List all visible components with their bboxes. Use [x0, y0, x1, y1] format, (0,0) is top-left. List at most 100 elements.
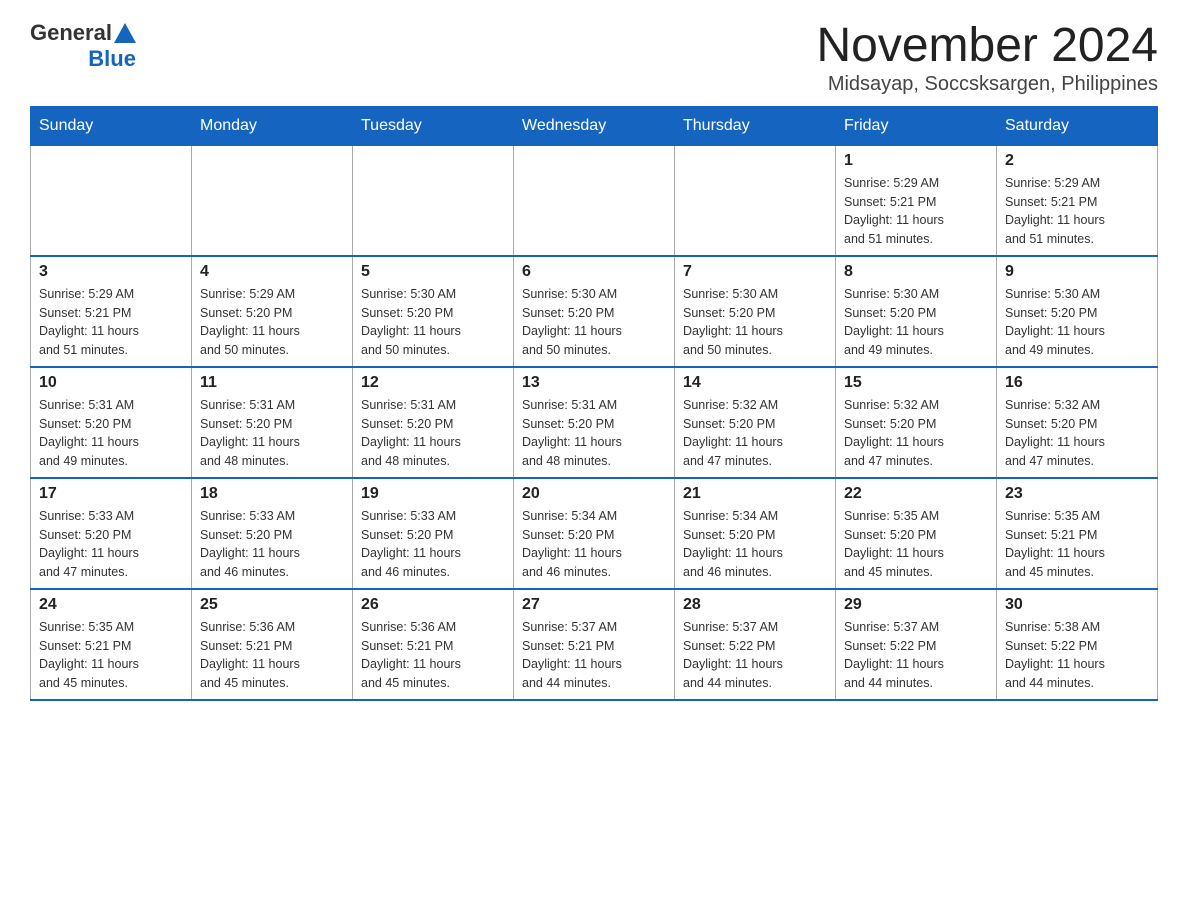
- day-info: Sunrise: 5:32 AM Sunset: 5:20 PM Dayligh…: [844, 396, 988, 471]
- day-info: Sunrise: 5:30 AM Sunset: 5:20 PM Dayligh…: [683, 285, 827, 360]
- calendar-cell: 22 Sunrise: 5:35 AM Sunset: 5:20 PM Dayli…: [836, 478, 997, 589]
- calendar-cell: 19 Sunrise: 5:33 AM Sunset: 5:20 PM Dayli…: [353, 478, 514, 589]
- day-info: Sunrise: 5:35 AM Sunset: 5:21 PM Dayligh…: [1005, 507, 1149, 582]
- calendar-cell: 24 Sunrise: 5:35 AM Sunset: 5:21 PM Dayli…: [31, 589, 192, 700]
- calendar-cell: 23 Sunrise: 5:35 AM Sunset: 5:21 PM Dayli…: [997, 478, 1158, 589]
- calendar-cell: 12 Sunrise: 5:31 AM Sunset: 5:20 PM Dayli…: [353, 367, 514, 478]
- page-header: General Blue November 2024 Midsayap, Soc…: [30, 20, 1158, 96]
- calendar-cell: [514, 145, 675, 256]
- calendar-cell: 1 Sunrise: 5:29 AM Sunset: 5:21 PM Daylig…: [836, 145, 997, 256]
- calendar-cell: 18 Sunrise: 5:33 AM Sunset: 5:20 PM Dayli…: [192, 478, 353, 589]
- calendar-cell: 25 Sunrise: 5:36 AM Sunset: 5:21 PM Dayli…: [192, 589, 353, 700]
- day-info: Sunrise: 5:32 AM Sunset: 5:20 PM Dayligh…: [683, 396, 827, 471]
- day-number: 28: [683, 596, 827, 614]
- day-info: Sunrise: 5:34 AM Sunset: 5:20 PM Dayligh…: [683, 507, 827, 582]
- day-info: Sunrise: 5:32 AM Sunset: 5:20 PM Dayligh…: [1005, 396, 1149, 471]
- calendar-cell: 13Sunrise: 5:31 AM Sunset: 5:20 PM Dayli…: [514, 367, 675, 478]
- day-info: Sunrise: 5:38 AM Sunset: 5:22 PM Dayligh…: [1005, 618, 1149, 693]
- weekday-header-sunday: Sunday: [31, 106, 192, 145]
- day-number: 4: [200, 263, 344, 281]
- calendar-cell: 10 Sunrise: 5:31 AM Sunset: 5:20 PM Dayli…: [31, 367, 192, 478]
- day-number: 2: [1005, 152, 1149, 170]
- week-row-4: 17 Sunrise: 5:33 AM Sunset: 5:20 PM Dayli…: [31, 478, 1158, 589]
- calendar-cell: [192, 145, 353, 256]
- calendar-cell: 11Sunrise: 5:31 AM Sunset: 5:20 PM Dayli…: [192, 367, 353, 478]
- calendar-cell: [675, 145, 836, 256]
- calendar-cell: 29 Sunrise: 5:37 AM Sunset: 5:22 PM Dayli…: [836, 589, 997, 700]
- day-info: Sunrise: 5:37 AM Sunset: 5:22 PM Dayligh…: [844, 618, 988, 693]
- day-number: 25: [200, 596, 344, 614]
- calendar-cell: 5 Sunrise: 5:30 AM Sunset: 5:20 PM Daylig…: [353, 256, 514, 367]
- day-info: Sunrise: 5:29 AM Sunset: 5:21 PM Dayligh…: [39, 285, 183, 360]
- location-title: Midsayap, Soccsksargen, Philippines: [816, 73, 1158, 96]
- weekday-header-wednesday: Wednesday: [514, 106, 675, 145]
- day-number: 5: [361, 263, 505, 281]
- day-number: 19: [361, 485, 505, 503]
- day-info: Sunrise: 5:36 AM Sunset: 5:21 PM Dayligh…: [200, 618, 344, 693]
- calendar-cell: 27 Sunrise: 5:37 AM Sunset: 5:21 PM Dayli…: [514, 589, 675, 700]
- week-row-2: 3 Sunrise: 5:29 AM Sunset: 5:21 PM Daylig…: [31, 256, 1158, 367]
- day-number: 24: [39, 596, 183, 614]
- day-info: Sunrise: 5:29 AM Sunset: 5:21 PM Dayligh…: [1005, 174, 1149, 249]
- day-number: 3: [39, 263, 183, 281]
- day-info: Sunrise: 5:30 AM Sunset: 5:20 PM Dayligh…: [1005, 285, 1149, 360]
- day-number: 10: [39, 374, 183, 392]
- day-info: Sunrise: 5:31 AM Sunset: 5:20 PM Dayligh…: [361, 396, 505, 471]
- calendar-cell: 9 Sunrise: 5:30 AM Sunset: 5:20 PM Daylig…: [997, 256, 1158, 367]
- calendar-cell: 6 Sunrise: 5:30 AM Sunset: 5:20 PM Daylig…: [514, 256, 675, 367]
- day-info: Sunrise: 5:30 AM Sunset: 5:20 PM Dayligh…: [361, 285, 505, 360]
- calendar-cell: 4Sunrise: 5:29 AM Sunset: 5:20 PM Daylig…: [192, 256, 353, 367]
- day-number: 6: [522, 263, 666, 281]
- logo: General Blue: [30, 20, 136, 72]
- day-number: 20: [522, 485, 666, 503]
- calendar-cell: 14 Sunrise: 5:32 AM Sunset: 5:20 PM Dayli…: [675, 367, 836, 478]
- day-info: Sunrise: 5:31 AM Sunset: 5:20 PM Dayligh…: [522, 396, 666, 471]
- day-info: Sunrise: 5:35 AM Sunset: 5:20 PM Dayligh…: [844, 507, 988, 582]
- title-block: November 2024 Midsayap, Soccsksargen, Ph…: [816, 20, 1158, 96]
- day-number: 12: [361, 374, 505, 392]
- day-number: 1: [844, 152, 988, 170]
- day-number: 29: [844, 596, 988, 614]
- day-number: 27: [522, 596, 666, 614]
- day-number: 9: [1005, 263, 1149, 281]
- day-number: 14: [683, 374, 827, 392]
- weekday-header-saturday: Saturday: [997, 106, 1158, 145]
- week-row-5: 24 Sunrise: 5:35 AM Sunset: 5:21 PM Dayli…: [31, 589, 1158, 700]
- day-number: 17: [39, 485, 183, 503]
- month-title: November 2024: [816, 20, 1158, 73]
- day-number: 22: [844, 485, 988, 503]
- calendar-cell: 20Sunrise: 5:34 AM Sunset: 5:20 PM Dayli…: [514, 478, 675, 589]
- day-number: 7: [683, 263, 827, 281]
- weekday-header-friday: Friday: [836, 106, 997, 145]
- day-info: Sunrise: 5:30 AM Sunset: 5:20 PM Dayligh…: [522, 285, 666, 360]
- weekday-header-monday: Monday: [192, 106, 353, 145]
- calendar-cell: 21Sunrise: 5:34 AM Sunset: 5:20 PM Dayli…: [675, 478, 836, 589]
- week-row-3: 10 Sunrise: 5:31 AM Sunset: 5:20 PM Dayli…: [31, 367, 1158, 478]
- day-info: Sunrise: 5:35 AM Sunset: 5:21 PM Dayligh…: [39, 618, 183, 693]
- calendar-cell: [31, 145, 192, 256]
- day-info: Sunrise: 5:30 AM Sunset: 5:20 PM Dayligh…: [844, 285, 988, 360]
- calendar-cell: 17Sunrise: 5:33 AM Sunset: 5:20 PM Dayli…: [31, 478, 192, 589]
- day-info: Sunrise: 5:33 AM Sunset: 5:20 PM Dayligh…: [200, 507, 344, 582]
- day-number: 23: [1005, 485, 1149, 503]
- calendar-cell: 2 Sunrise: 5:29 AM Sunset: 5:21 PM Daylig…: [997, 145, 1158, 256]
- logo-blue: Blue: [88, 46, 136, 72]
- day-info: Sunrise: 5:33 AM Sunset: 5:20 PM Dayligh…: [361, 507, 505, 582]
- calendar-table: SundayMondayTuesdayWednesdayThursdayFrid…: [30, 106, 1158, 701]
- weekday-header-tuesday: Tuesday: [353, 106, 514, 145]
- day-number: 30: [1005, 596, 1149, 614]
- day-info: Sunrise: 5:29 AM Sunset: 5:21 PM Dayligh…: [844, 174, 988, 249]
- week-row-1: 1 Sunrise: 5:29 AM Sunset: 5:21 PM Daylig…: [31, 145, 1158, 256]
- day-number: 26: [361, 596, 505, 614]
- day-info: Sunrise: 5:37 AM Sunset: 5:22 PM Dayligh…: [683, 618, 827, 693]
- day-info: Sunrise: 5:37 AM Sunset: 5:21 PM Dayligh…: [522, 618, 666, 693]
- day-number: 18: [200, 485, 344, 503]
- logo-general: General: [30, 20, 112, 46]
- calendar-cell: 26Sunrise: 5:36 AM Sunset: 5:21 PM Dayli…: [353, 589, 514, 700]
- calendar-cell: 8Sunrise: 5:30 AM Sunset: 5:20 PM Daylig…: [836, 256, 997, 367]
- calendar-cell: 7 Sunrise: 5:30 AM Sunset: 5:20 PM Daylig…: [675, 256, 836, 367]
- day-info: Sunrise: 5:31 AM Sunset: 5:20 PM Dayligh…: [39, 396, 183, 471]
- logo-triangle-icon: [114, 23, 136, 43]
- calendar-cell: 15Sunrise: 5:32 AM Sunset: 5:20 PM Dayli…: [836, 367, 997, 478]
- calendar-cell: [353, 145, 514, 256]
